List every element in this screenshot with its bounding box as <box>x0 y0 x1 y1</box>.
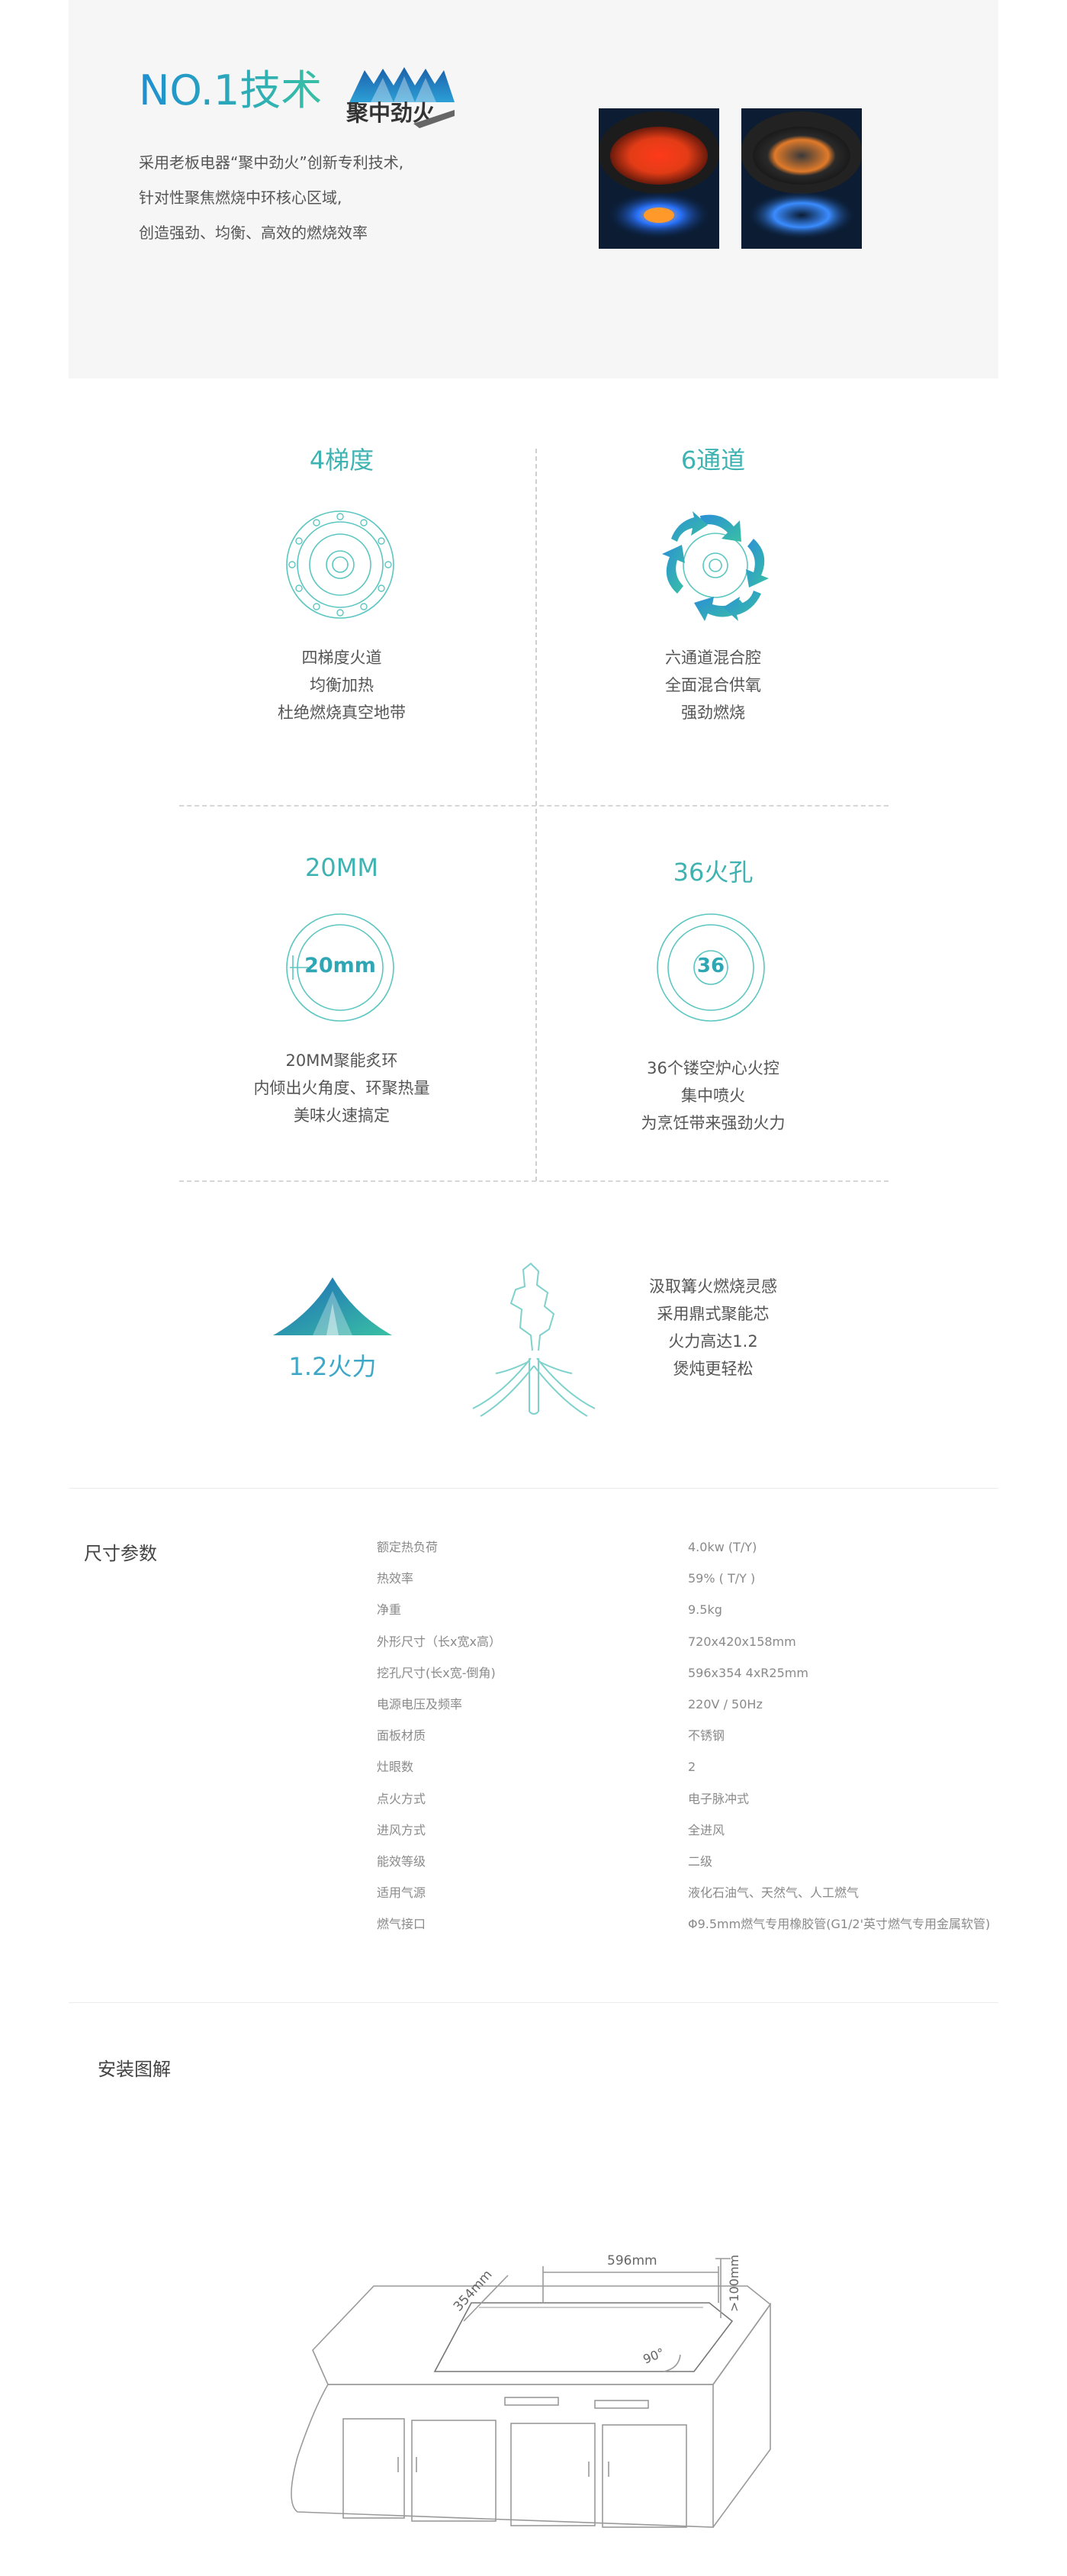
spec-label: 适用气源 <box>377 1885 426 1901</box>
spec-row: 热效率 59% ( T/Y ) <box>0 1563 1067 1594</box>
ring-20mm-icon: 20mm <box>284 911 397 1024</box>
section-divider <box>69 2002 998 2003</box>
power-line: 采用鼎式聚能芯 <box>657 1305 770 1323</box>
spec-row: 进风方式 全进风 <box>0 1814 1067 1846</box>
install-title: 安装图解 <box>98 2059 171 2080</box>
dim-angle-label: 90° <box>641 2345 666 2366</box>
feature-line: 均衡加热 <box>310 676 374 694</box>
power-line: 火力高达1.2 <box>668 1332 758 1351</box>
spec-value: 电子脉冲式 <box>688 1791 750 1806</box>
feature-title: 6通道 <box>680 446 746 475</box>
power-label: 1.2火力 <box>288 1352 377 1381</box>
spec-row: 外形尺寸（长x宽x高） 720x420x158mm <box>0 1626 1067 1657</box>
hero-desc-line: 针对性聚焦燃烧中环核心区域, <box>139 188 342 207</box>
six-channel-arrows-icon <box>662 511 769 621</box>
feature-title: 36火孔 <box>673 858 754 887</box>
hero-title: NO.1技术 <box>139 66 323 114</box>
spec-row: 燃气接口 Φ9.5mm燃气专用橡胶管(G1/2'英寸燃气专用金属软管) <box>0 1908 1067 1940</box>
spec-value: 4.0kw (T/Y) <box>688 1540 757 1554</box>
jz-fire-logo: 聚中劲火 <box>345 67 455 128</box>
spec-row: 挖孔尺寸(长x宽-倒角) 596x354 4xR25mm <box>0 1657 1067 1689</box>
spec-label: 挖孔尺寸(长x宽-倒角) <box>377 1665 496 1680</box>
feature-description: 四梯度火道 均衡加热 杜绝燃烧真空地带 <box>189 644 494 726</box>
spec-value: 720x420x158mm <box>688 1634 796 1649</box>
spec-value: 220V / 50Hz <box>688 1697 763 1711</box>
feature-line: 36个镂空炉心火控 <box>647 1059 779 1077</box>
feature-line: 集中喷火 <box>681 1087 745 1105</box>
hero-description: 采用老板电器“聚中劲火”创新专利技术, 针对性聚焦燃烧中环核心区域, 创造强劲、… <box>139 145 497 250</box>
spec-row: 能效等级 二级 <box>0 1846 1067 1877</box>
spec-value: 液化石油气、天然气、人工燃气 <box>688 1885 860 1901</box>
spec-row: 电源电压及频率 220V / 50Hz <box>0 1689 1067 1720</box>
spec-row: 点火方式 电子脉冲式 <box>0 1783 1067 1814</box>
feature-line: 为烹饪带来强劲火力 <box>641 1114 786 1132</box>
feature-description: 36个镂空炉心火控 集中喷火 为烹饪带来强劲火力 <box>561 1055 866 1137</box>
ring-36-icon: 36 <box>654 911 767 1024</box>
spec-label: 电源电压及频率 <box>377 1697 463 1711</box>
grid-divider-horizontal <box>179 805 889 807</box>
spec-value: 二级 <box>688 1854 713 1869</box>
feature-line: 杜绝燃烧真空地带 <box>278 704 406 722</box>
spec-label: 额定热负荷 <box>377 1540 439 1554</box>
feature-title: 20MM <box>305 853 378 882</box>
feature-line: 20MM聚能炙环 <box>285 1051 398 1070</box>
tent-flame-icon <box>273 1277 392 1335</box>
spec-value: 不锈钢 <box>688 1728 725 1744</box>
dim-clearance-label: >100mm <box>727 2255 741 2312</box>
spec-label: 热效率 <box>377 1571 414 1586</box>
spec-label: 净重 <box>377 1602 402 1618</box>
feature-line: 六通道混合腔 <box>665 649 761 667</box>
spec-row: 灶眼数 2 <box>0 1751 1067 1782</box>
spec-value: 59% ( T/Y ) <box>688 1571 756 1586</box>
feature-title: 4梯度 <box>309 446 374 475</box>
ring-20mm-label: 20mm <box>304 954 376 977</box>
hero-desc-line: 创造强劲、均衡、高效的燃烧效率 <box>139 224 368 242</box>
spec-value: 596x354 4xR25mm <box>688 1665 808 1680</box>
feature-description: 20MM聚能炙环 内倾出火角度、环聚热量 美味火速搞定 <box>189 1047 494 1129</box>
spec-value: 2 <box>688 1760 696 1775</box>
spec-value: 9.5kg <box>688 1602 722 1618</box>
section-divider <box>69 1488 998 1489</box>
spec-label: 能效等级 <box>377 1854 426 1869</box>
spec-value: Φ9.5mm燃气专用橡胶管(G1/2'英寸燃气专用金属软管) <box>688 1917 991 1932</box>
dim-width-label: 596mm <box>607 2253 657 2268</box>
feature-line: 美味火速搞定 <box>294 1106 390 1125</box>
spec-row: 面板材质 不锈钢 <box>0 1720 1067 1751</box>
grid-divider-vertical <box>535 449 537 1181</box>
pan-photo-blue <box>741 108 862 249</box>
spec-label: 点火方式 <box>377 1791 426 1806</box>
spec-label: 进风方式 <box>377 1822 426 1837</box>
install-diagram: 596mm 354mm >100mm 90° <box>291 2253 772 2528</box>
spec-row: 适用气源 液化石油气、天然气、人工燃气 <box>0 1877 1067 1908</box>
feature-line: 内倾出火角度、环聚热量 <box>253 1079 430 1097</box>
spec-label: 面板材质 <box>377 1728 426 1744</box>
specs-table: 额定热负荷 4.0kw (T/Y) 热效率 59% ( T/Y ) 净重 9.5kg 外形尺… <box>0 1531 1067 1943</box>
ring-36-label: 36 <box>696 955 725 977</box>
spec-label: 燃气接口 <box>377 1917 426 1932</box>
spec-row: 净重 9.5kg <box>0 1594 1067 1625</box>
feature-description: 六通道混合腔 全面混合供氧 强劲燃烧 <box>561 644 866 726</box>
feature-line: 四梯度火道 <box>301 649 382 667</box>
spec-row: 额定热负荷 4.0kw (T/Y) <box>0 1531 1067 1563</box>
feature-line: 全面混合供氧 <box>665 676 761 694</box>
hero-desc-line: 采用老板电器“聚中劲火”创新专利技术, <box>139 153 404 172</box>
power-line: 汲取篝火燃烧灵感 <box>649 1277 777 1296</box>
spec-label: 外形尺寸（长x宽x高） <box>377 1634 501 1649</box>
pan-photo-red <box>599 108 719 249</box>
spec-label: 灶眼数 <box>377 1760 414 1775</box>
power-description: 汲取篝火燃烧灵感 采用鼎式聚能芯 火力高达1.2 煲炖更轻松 <box>561 1273 866 1383</box>
spec-value: 全进风 <box>688 1822 725 1837</box>
burner-ring-icon <box>286 510 394 619</box>
feature-line: 强劲燃烧 <box>681 704 745 722</box>
grid-divider-bottom <box>179 1180 889 1182</box>
power-line: 煲炖更轻松 <box>673 1360 754 1378</box>
